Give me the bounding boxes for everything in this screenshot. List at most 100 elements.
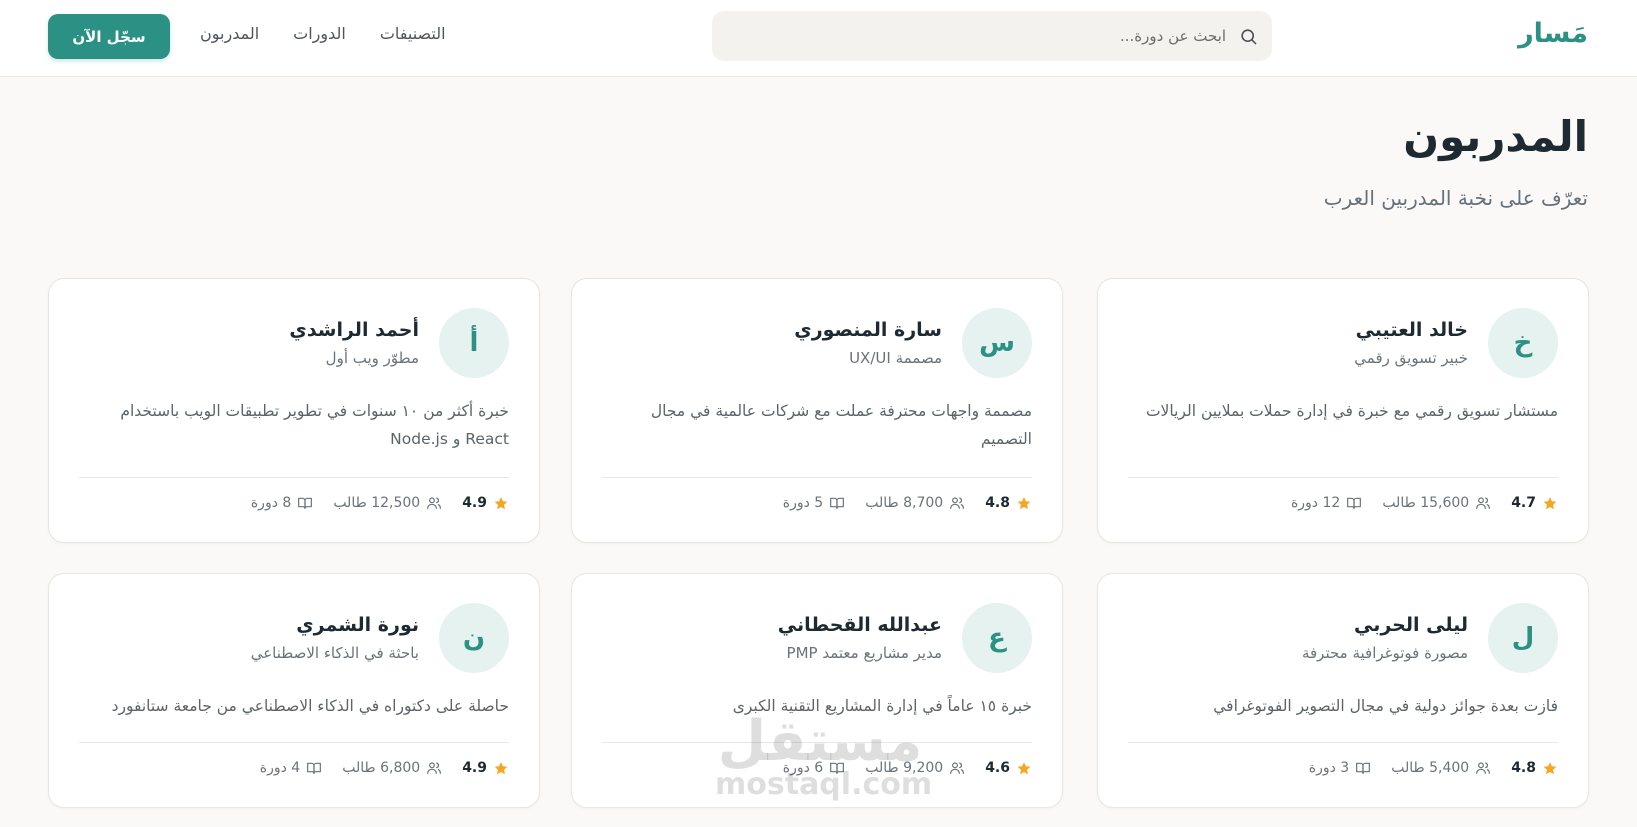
- courses-stat: 8 دورة: [251, 495, 313, 511]
- instructor-stats: 4.8 5,400 طالب 3 دورة: [1289, 758, 1558, 778]
- users-icon: [426, 760, 442, 776]
- instructor-bio: حاصلة على دكتوراه في الذكاء الاصطناعي من…: [111, 697, 509, 715]
- star-icon: [493, 760, 509, 776]
- instructor-bio: مصممة واجهات محترفة عملت مع شركات عالمية…: [650, 402, 1032, 448]
- courses-stat: 3 دورة: [1309, 760, 1371, 776]
- users-icon: [949, 760, 965, 776]
- avatar: ل: [1488, 603, 1558, 673]
- card-divider: [1128, 742, 1558, 743]
- students-stat: 8,700 طالب: [865, 495, 965, 511]
- star-icon: [1016, 760, 1032, 776]
- students-count: 12,500 طالب: [333, 495, 421, 511]
- avatar: س: [962, 308, 1032, 378]
- rating-stat: 4.9: [462, 760, 509, 776]
- rating-stat: 4.6: [985, 760, 1032, 776]
- page-title: المدربون: [1403, 112, 1588, 161]
- instructor-card[interactable]: س سارة المنصوري مصممة UX/UI مصممة واجهات…: [571, 278, 1063, 543]
- rating-stat: 4.8: [1511, 760, 1558, 776]
- nav-link-categories[interactable]: التصنيفات: [380, 24, 446, 43]
- search-bar[interactable]: [712, 11, 1272, 61]
- students-count: 9,200 طالب: [865, 760, 944, 776]
- instructor-card[interactable]: ع عبدالله القحطاني مدير مشاريع معتمد PMP…: [571, 573, 1063, 808]
- rating-value: 4.9: [462, 760, 487, 776]
- nav-link-courses[interactable]: الدورات: [293, 24, 346, 43]
- avatar: أ: [439, 308, 509, 378]
- nav-link-instructors[interactable]: المدربون: [200, 24, 259, 43]
- courses-stat: 4 دورة: [260, 760, 322, 776]
- instructor-bio: مستشار تسويق رقمي مع خبرة في إدارة حملات…: [1145, 402, 1558, 420]
- instructor-stats: 4.8 8,700 طالب 5 دورة: [763, 493, 1032, 513]
- users-icon: [426, 495, 442, 511]
- instructor-role: مدير مشاريع معتمد PMP: [786, 644, 942, 662]
- instructor-bio: خبرة ١٥ عاماً في إدارة المشاريع التقنية …: [732, 697, 1032, 715]
- book-icon: [829, 760, 845, 776]
- avatar-initial: أ: [469, 328, 479, 358]
- students-stat: 12,500 طالب: [333, 495, 442, 511]
- instructor-name[interactable]: نورة الشمري: [296, 614, 419, 636]
- instructor-role: مطوّر ويب أول: [325, 349, 419, 367]
- register-button[interactable]: سجّل الآن: [48, 14, 170, 59]
- instructor-role: باحثة في الذكاء الاصطناعي: [250, 644, 419, 662]
- card-divider: [602, 742, 1032, 743]
- book-icon: [297, 495, 313, 511]
- students-stat: 9,200 طالب: [865, 760, 965, 776]
- card-divider: [79, 742, 509, 743]
- courses-count: 4 دورة: [259, 760, 301, 776]
- avatar: ع: [962, 603, 1032, 673]
- rating-stat: 4.7: [1511, 495, 1558, 511]
- instructor-name[interactable]: ليلى الحربي: [1354, 614, 1468, 636]
- instructor-card[interactable]: خ خالد العتيبي خبير تسويق رقمي مستشار تس…: [1097, 278, 1589, 543]
- courses-count: 3 دورة: [1308, 760, 1350, 776]
- instructor-card[interactable]: ل ليلى الحربي مصورة فوتوغرافية محترفة فا…: [1097, 573, 1589, 808]
- students-stat: 6,800 طالب: [342, 760, 442, 776]
- rating-value: 4.8: [1511, 760, 1536, 776]
- instructor-stats: 4.9 6,800 طالب 4 دورة: [240, 758, 509, 778]
- star-icon: [1542, 495, 1558, 511]
- avatar: خ: [1488, 308, 1558, 378]
- book-icon: [829, 495, 845, 511]
- instructor-card[interactable]: أ أحمد الراشدي مطوّر ويب أول خبرة أكثر م…: [48, 278, 540, 543]
- users-icon: [1475, 760, 1491, 776]
- instructor-card[interactable]: ن نورة الشمري باحثة في الذكاء الاصطناعي …: [48, 573, 540, 808]
- students-stat: 15,600 طالب: [1382, 495, 1491, 511]
- rating-value: 4.7: [1511, 495, 1536, 511]
- star-icon: [1542, 760, 1558, 776]
- instructor-role: مصورة فوتوغرافية محترفة: [1301, 644, 1468, 662]
- courses-stat: 5 دورة: [783, 495, 845, 511]
- star-icon: [493, 495, 509, 511]
- top-navbar: مَسار المدربون الدورات التصنيفات سجّل ال…: [0, 0, 1637, 77]
- instructor-bio: خبرة أكثر من ١٠ سنوات في تطوير تطبيقات ا…: [120, 402, 509, 448]
- rating-value: 4.8: [985, 495, 1010, 511]
- rating-stat: 4.9: [462, 495, 509, 511]
- book-icon: [1355, 760, 1371, 776]
- rating-value: 4.9: [462, 495, 487, 511]
- instructor-role: مصممة UX/UI: [849, 349, 942, 367]
- avatar-initial: ع: [988, 623, 1006, 653]
- instructor-role: خبير تسويق رقمي: [1354, 349, 1468, 367]
- instructor-name[interactable]: عبدالله القحطاني: [778, 614, 942, 636]
- instructor-stats: 4.6 9,200 طالب 6 دورة: [763, 758, 1032, 778]
- search-icon: [1238, 26, 1258, 46]
- instructor-name[interactable]: خالد العتيبي: [1356, 319, 1468, 341]
- users-icon: [1475, 495, 1491, 511]
- card-divider: [602, 477, 1032, 478]
- courses-stat: 6 دورة: [783, 760, 845, 776]
- star-icon: [1016, 495, 1032, 511]
- students-count: 5,400 طالب: [1391, 760, 1470, 776]
- instructor-stats: 4.7 15,600 طالب 12 دورة: [1271, 493, 1558, 513]
- students-count: 8,700 طالب: [865, 495, 944, 511]
- avatar-initial: خ: [1513, 328, 1533, 358]
- logo[interactable]: مَسار: [1518, 18, 1588, 49]
- instructor-name[interactable]: أحمد الراشدي: [289, 319, 419, 341]
- students-count: 15,600 طالب: [1382, 495, 1470, 511]
- courses-count: 5 دورة: [782, 495, 824, 511]
- instructor-name[interactable]: سارة المنصوري: [794, 319, 942, 341]
- search-input[interactable]: [726, 27, 1226, 45]
- courses-count: 6 دورة: [782, 760, 824, 776]
- book-icon: [306, 760, 322, 776]
- courses-count: 12 دورة: [1290, 495, 1341, 511]
- rating-value: 4.6: [985, 760, 1010, 776]
- avatar: ن: [439, 603, 509, 673]
- avatar-initial: ل: [1511, 623, 1535, 653]
- page-subtitle: تعرّف على نخبة المدربين العرب: [1323, 186, 1588, 210]
